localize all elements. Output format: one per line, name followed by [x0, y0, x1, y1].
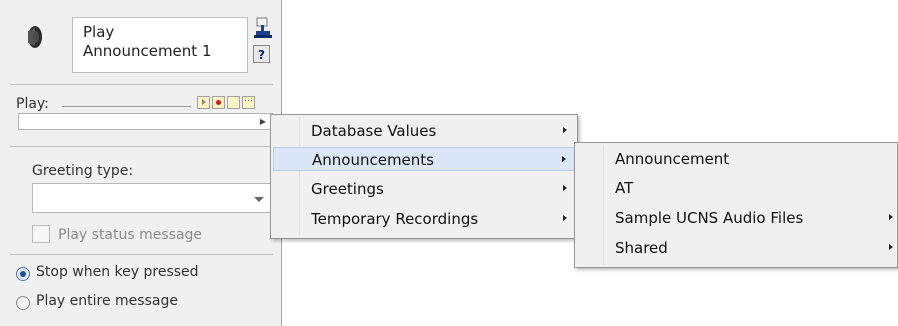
stop-when-key-pressed-label: Stop when key pressed [36, 264, 199, 280]
menu-item-label: Shared [615, 239, 668, 257]
menu-item-label: Announcement [615, 150, 730, 168]
play-entire-message-label: Play entire message [36, 293, 178, 309]
stop-icon[interactable] [227, 96, 240, 109]
record-icon[interactable] [212, 96, 225, 109]
chevron-right-icon [889, 244, 893, 250]
action-title-box[interactable]: Play Announcement 1 [72, 17, 248, 73]
chevron-right-icon[interactable]: ▶ [260, 117, 266, 126]
play-status-checkbox[interactable] [32, 225, 50, 243]
chevron-right-icon [563, 215, 567, 221]
divider [10, 146, 273, 147]
properties-panel: Play Announcement 1 ? Play: … ▶ Greeting… [0, 0, 282, 326]
title-line-1: Play [83, 23, 115, 41]
play-status-label: Play status message [58, 227, 203, 243]
play-entire-message-radio[interactable] [16, 296, 30, 310]
browse-ellipsis-icon[interactable]: … [242, 94, 255, 109]
announcements-submenu: Announcement AT Sample UCNS Audio Files … [574, 142, 898, 268]
menu-item-announcements[interactable]: Announcements [273, 147, 575, 171]
play-source-menu: Database Values Announcements Greetings … [270, 114, 578, 239]
play-section-rule [62, 106, 191, 107]
menu-item-at[interactable]: AT [577, 176, 895, 200]
menu-item-temporary-recordings[interactable]: Temporary Recordings [273, 207, 575, 231]
greeting-type-select[interactable] [32, 183, 271, 213]
speaker-icon [28, 26, 42, 48]
chevron-right-icon [562, 156, 566, 162]
menu-item-shared[interactable]: Shared [577, 236, 895, 260]
menu-item-sample-ucns-audio-files[interactable]: Sample UCNS Audio Files [577, 206, 895, 230]
greeting-type-label: Greeting type: [32, 163, 134, 179]
help-icon[interactable]: ? [253, 45, 270, 63]
menu-item-database-values[interactable]: Database Values [273, 119, 575, 143]
play-source-field[interactable]: ▶ [18, 113, 273, 130]
menu-item-label: Announcements [312, 151, 434, 169]
play-label: Play: [16, 96, 49, 112]
play-icon[interactable] [197, 96, 210, 109]
menu-item-label: Greetings [311, 180, 384, 198]
stop-when-key-pressed-radio[interactable] [16, 267, 30, 281]
divider [10, 254, 273, 255]
properties-tool-icon[interactable] [253, 17, 273, 39]
menu-item-label: Temporary Recordings [311, 210, 479, 228]
chevron-right-icon [889, 214, 893, 220]
menu-item-announcement[interactable]: Announcement [577, 147, 895, 171]
chevron-right-icon [563, 127, 567, 133]
divider [10, 84, 273, 85]
menu-item-label: AT [615, 179, 634, 197]
chevron-right-icon [563, 185, 567, 191]
title-line-2: Announcement 1 [83, 42, 212, 60]
chevron-down-icon[interactable] [254, 197, 264, 202]
menu-item-greetings[interactable]: Greetings [273, 177, 575, 201]
menu-item-label: Sample UCNS Audio Files [615, 209, 804, 227]
menu-item-label: Database Values [311, 122, 437, 140]
